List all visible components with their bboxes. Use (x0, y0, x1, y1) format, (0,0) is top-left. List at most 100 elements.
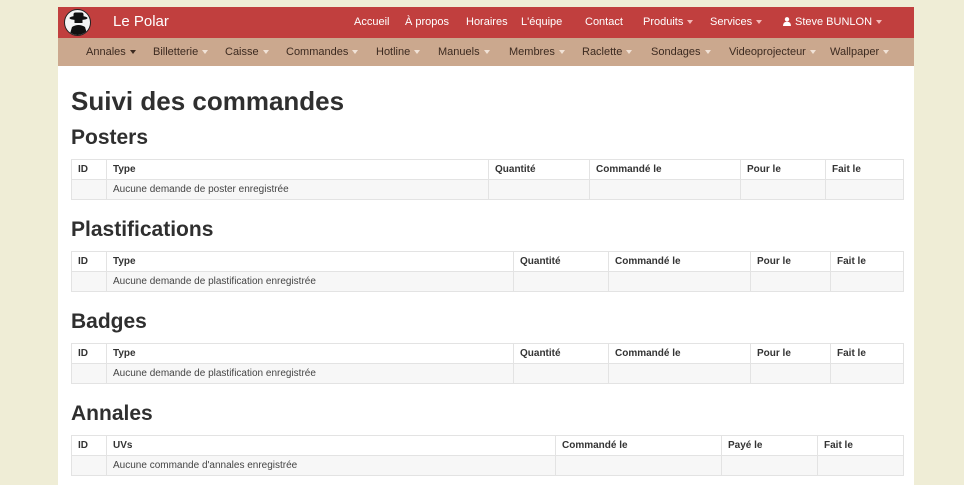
table-row: Aucune demande de plastification enregis… (71, 271, 904, 292)
subnav-label: Videoprojecteur (729, 46, 806, 58)
table-cell (589, 179, 741, 200)
chevron-down-icon (558, 50, 565, 55)
table-cell (608, 271, 751, 292)
subnav-membres[interactable]: Membres (509, 46, 565, 58)
table-cell (71, 179, 107, 200)
nav-a-propos[interactable]: À propos (405, 16, 449, 28)
column-header: Type (106, 159, 489, 180)
column-header: Type (106, 343, 514, 364)
chevron-down-icon (262, 50, 269, 55)
subnav-label: Caisse (225, 46, 259, 58)
subnav-label: Billetterie (153, 46, 199, 58)
subnav-label: Manuels (438, 46, 480, 58)
chevron-down-icon (352, 50, 359, 55)
secondary-navbar: Annales Billetterie Caisse Commandes Hot… (58, 38, 914, 66)
table-cell (830, 271, 904, 292)
section-title-badges: Badges (71, 310, 147, 333)
nav-produits-dropdown[interactable]: Produits (643, 16, 694, 28)
nav-horaires[interactable]: Horaires (466, 16, 508, 28)
column-header: Quantité (513, 343, 609, 364)
subnav-hotline[interactable]: Hotline (376, 46, 421, 58)
empty-message: Aucune demande de poster enregistrée (106, 179, 489, 200)
table-cell (750, 363, 831, 384)
empty-message: Aucune commande d'annales enregistrée (106, 455, 556, 476)
table-cell (513, 363, 609, 384)
subnav-annales[interactable]: Annales (86, 46, 136, 58)
table-row: Aucune demande de poster enregistrée (71, 179, 904, 200)
nav-services-label: Services (710, 16, 753, 28)
table-row: Aucune commande d'annales enregistrée (71, 455, 904, 476)
section-title-posters: Posters (71, 126, 149, 149)
table-cell (488, 179, 590, 200)
chevron-down-icon (202, 50, 209, 55)
column-header: Fait le (817, 435, 904, 456)
subnav-caisse[interactable]: Caisse (225, 46, 269, 58)
table-cell (71, 363, 107, 384)
page: Le Polar Accueil À propos Horaires L'équ… (58, 7, 914, 485)
column-header: Fait le (830, 251, 904, 272)
subnav-wallpaper[interactable]: Wallpaper (830, 46, 890, 58)
column-header: Commandé le (555, 435, 722, 456)
nav-contact[interactable]: Contact (585, 16, 623, 28)
table-header-row: ID UVs Commandé le Payé le Fait le (71, 435, 904, 456)
column-header: ID (71, 343, 107, 364)
table-cell (721, 455, 818, 476)
table-header-row: ID Type Quantité Commandé le Pour le Fai… (71, 159, 904, 180)
user-menu[interactable]: Steve BUNLON (783, 16, 883, 28)
column-header: Quantité (513, 251, 609, 272)
column-header: Commandé le (608, 251, 751, 272)
column-header: ID (71, 251, 107, 272)
subnav-billetterie[interactable]: Billetterie (153, 46, 209, 58)
chevron-down-icon (626, 50, 633, 55)
empty-message: Aucune demande de plastification enregis… (106, 271, 514, 292)
column-header: Commandé le (608, 343, 751, 364)
nav-equipe[interactable]: L'équipe (521, 16, 562, 28)
user-icon (783, 17, 791, 26)
chevron-down-icon (687, 20, 694, 25)
nav-services-dropdown[interactable]: Services (710, 16, 763, 28)
nav-accueil[interactable]: Accueil (354, 16, 389, 28)
table-cell (608, 363, 751, 384)
column-header: Quantité (488, 159, 590, 180)
table-cell (513, 271, 609, 292)
column-header: Fait le (830, 343, 904, 364)
column-header: UVs (106, 435, 556, 456)
section-title-annales: Annales (71, 402, 153, 425)
subnav-label: Hotline (376, 46, 411, 58)
column-header: Payé le (721, 435, 818, 456)
chevron-down-icon (704, 50, 711, 55)
table-cell (830, 363, 904, 384)
table-cell (740, 179, 826, 200)
subnav-label: Commandes (286, 46, 349, 58)
column-header: Pour le (750, 251, 831, 272)
le-polar-logo-icon[interactable] (64, 9, 91, 36)
table-header-row: ID Type Quantité Commandé le Pour le Fai… (71, 251, 904, 272)
brand-name[interactable]: Le Polar (113, 13, 169, 30)
subnav-manuels[interactable]: Manuels (438, 46, 490, 58)
chevron-down-icon (756, 20, 763, 25)
nav-produits-label: Produits (643, 16, 684, 28)
badges-table: ID Type Quantité Commandé le Pour le Fai… (71, 343, 904, 384)
page-title: Suivi des commandes (71, 86, 345, 116)
chevron-down-icon (483, 50, 490, 55)
posters-table: ID Type Quantité Commandé le Pour le Fai… (71, 159, 904, 200)
user-name: Steve BUNLON (795, 16, 873, 28)
subnav-label: Membres (509, 46, 555, 58)
table-cell (71, 455, 107, 476)
column-header: Type (106, 251, 514, 272)
subnav-commandes[interactable]: Commandes (286, 46, 359, 58)
table-cell (750, 271, 831, 292)
table-cell (817, 455, 904, 476)
chevron-down-icon (809, 50, 816, 55)
top-navbar: Le Polar Accueil À propos Horaires L'équ… (58, 7, 914, 38)
subnav-raclette[interactable]: Raclette (582, 46, 633, 58)
empty-message: Aucune demande de plastification enregis… (106, 363, 514, 384)
plastifications-table: ID Type Quantité Commandé le Pour le Fai… (71, 251, 904, 292)
column-header: ID (71, 435, 107, 456)
chevron-down-icon (414, 50, 421, 55)
subnav-sondages[interactable]: Sondages (651, 46, 711, 58)
section-title-plastifications: Plastifications (71, 218, 214, 241)
subnav-videoprojecteur[interactable]: Videoprojecteur (729, 46, 816, 58)
column-header: Fait le (825, 159, 904, 180)
subnav-label: Annales (86, 46, 126, 58)
